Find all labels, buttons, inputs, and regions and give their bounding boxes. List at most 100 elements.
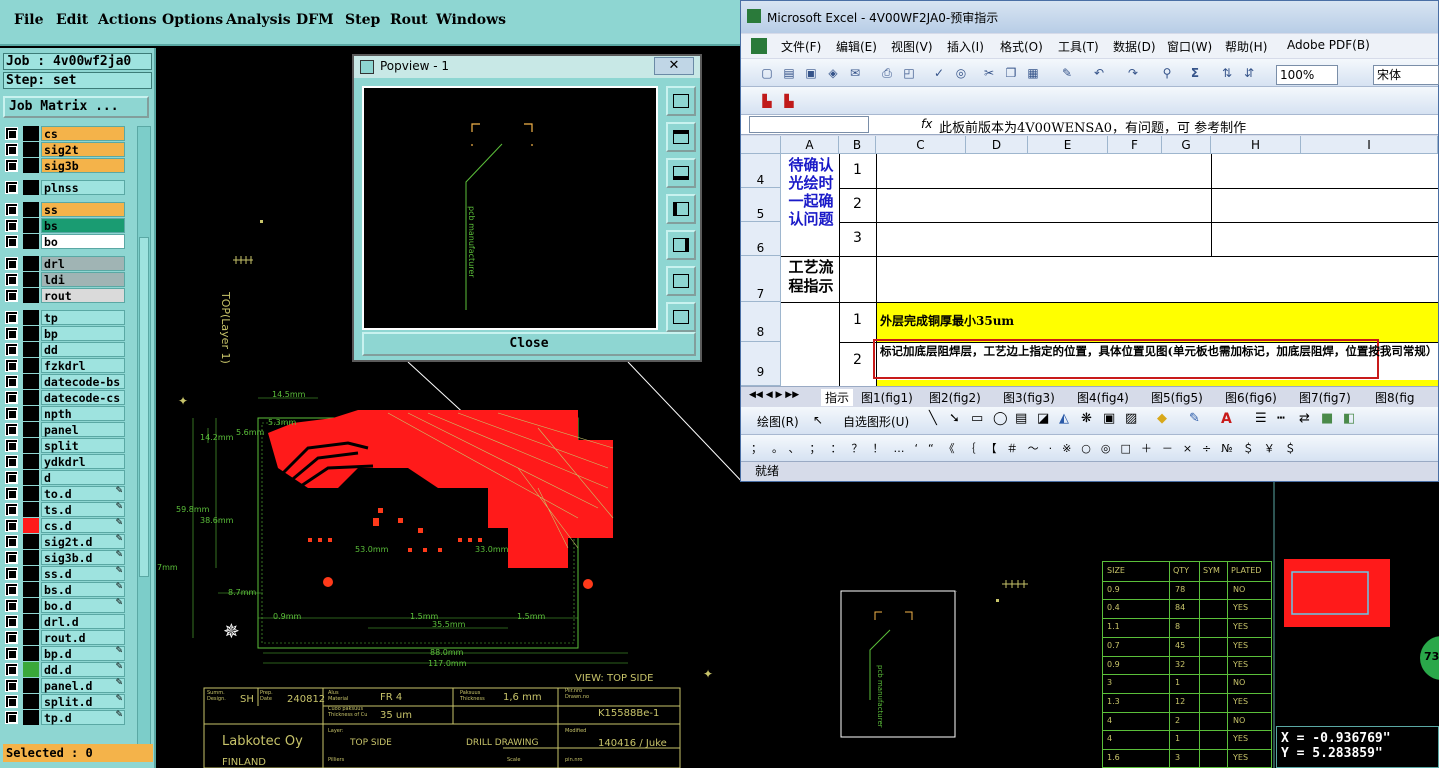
layer-color-swatch[interactable] (23, 550, 39, 565)
shadow-style-icon[interactable]: ■ (1321, 411, 1333, 426)
b-cell[interactable]: 3 (839, 230, 876, 246)
layer-color-swatch[interactable] (23, 470, 39, 485)
layer-checkbox[interactable] (5, 159, 18, 172)
step-name[interactable]: Step: set (3, 72, 152, 89)
col-header-i[interactable]: I (1301, 136, 1438, 154)
save-icon[interactable]: ▣ (803, 65, 819, 81)
layer-row[interactable]: bp (3, 326, 129, 341)
layer-name[interactable]: bs (41, 218, 125, 233)
pan-down-button[interactable] (666, 158, 696, 188)
excel-menu-item[interactable]: 编辑(E) (836, 38, 877, 55)
row-header-6[interactable]: 6 (741, 222, 781, 256)
formula-input[interactable]: 此板前版本为4V00WENSA0，有问题，可 参考制作 (939, 117, 1246, 136)
layer-name[interactable]: plnss (41, 180, 125, 195)
menu-rout[interactable]: Rout (390, 12, 428, 28)
col-header-b[interactable]: B (839, 136, 876, 154)
layer-name[interactable]: bp (41, 326, 125, 341)
layer-name[interactable]: sig3b.d (41, 550, 125, 565)
fx-icon[interactable]: fx (921, 117, 932, 131)
layer-name[interactable]: npth (41, 406, 125, 421)
select-objects-icon[interactable]: ↖ (813, 413, 823, 427)
excel-menu-item[interactable]: 工具(T) (1058, 38, 1099, 55)
layer-color-swatch[interactable] (23, 534, 39, 549)
layer-checkbox[interactable] (5, 327, 18, 340)
layer-color-swatch[interactable] (23, 598, 39, 613)
layer-name[interactable]: ldi (41, 272, 125, 287)
layer-row[interactable]: bo.d ✎ (3, 598, 129, 613)
menu-options[interactable]: Options (162, 12, 223, 28)
name-box[interactable] (749, 116, 869, 133)
layer-row[interactable]: plnss (3, 180, 129, 195)
email-icon[interactable]: ✉ (847, 65, 863, 81)
layer-checkbox[interactable] (5, 235, 18, 248)
layer-checkbox[interactable] (5, 599, 18, 612)
layer-name[interactable]: bs.d (41, 582, 125, 597)
layer-name[interactable]: d (41, 470, 125, 485)
layer-name[interactable]: ss.d (41, 566, 125, 581)
layer-name[interactable]: tp.d (41, 710, 125, 725)
sheet-tab[interactable]: 图1(fig1) (861, 389, 913, 406)
layer-color-swatch[interactable] (23, 406, 39, 421)
layer-color-swatch[interactable] (23, 630, 39, 645)
layer-name[interactable]: sig2t (41, 142, 125, 157)
sort-ascending-icon[interactable]: ⇅ (1219, 65, 1235, 81)
layer-checkbox[interactable] (5, 219, 18, 232)
excel-menu-item[interactable]: 窗口(W) (1167, 38, 1212, 55)
clipart-icon[interactable]: ▣ (1103, 411, 1115, 426)
sheet-tab[interactable]: 图5(fig5) (1151, 389, 1203, 406)
layer-row[interactable]: drl.d (3, 614, 129, 629)
line-style-icon[interactable]: ☰ (1255, 411, 1267, 426)
font-select[interactable]: 宋体 (1373, 65, 1439, 85)
layer-row[interactable]: datecode-bs (3, 374, 129, 389)
layer-checkbox[interactable] (5, 407, 18, 420)
layer-name[interactable]: datecode-cs (41, 390, 125, 405)
layer-row[interactable]: bs (3, 218, 129, 233)
symbol-row[interactable]: ； 。 、 ； ： ？ ！ … ‘ “ 《 ｛ 【 ＃ ～ · ※ ○ ◎ □ … (751, 440, 1297, 456)
print-icon[interactable]: ⎙ (879, 65, 895, 81)
layer-name[interactable]: panel.d (41, 678, 125, 693)
layer-checkbox[interactable] (5, 311, 18, 324)
col-header-g[interactable]: G (1162, 136, 1211, 154)
row-header-8[interactable]: 8 (741, 302, 781, 342)
row8-text[interactable]: 外层完成铜厚最小35um (880, 312, 1014, 329)
layer-row[interactable]: d (3, 470, 129, 485)
layer-color-swatch[interactable] (23, 486, 39, 501)
layer-color-swatch[interactable] (23, 582, 39, 597)
layer-name[interactable]: bo.d (41, 598, 125, 613)
layer-row[interactable]: panel.d ✎ (3, 678, 129, 693)
rectangle-icon[interactable]: ▭ (971, 411, 983, 426)
layer-checkbox[interactable] (5, 519, 18, 532)
line-icon[interactable]: ╲ (929, 411, 937, 426)
popview-canvas[interactable]: pcb manufacturer (362, 86, 658, 330)
layer-color-swatch[interactable] (23, 326, 39, 341)
layer-row[interactable]: bp.d ✎ (3, 646, 129, 661)
cut-icon[interactable]: ✂ (981, 65, 997, 81)
zoom-select[interactable]: 100% (1276, 65, 1338, 85)
layer-color-swatch[interactable] (23, 342, 39, 357)
layer-checkbox[interactable] (5, 273, 18, 286)
layer-name[interactable]: dd (41, 342, 125, 357)
new-icon[interactable]: ▢ (759, 65, 775, 81)
excel-menu-item[interactable]: Adobe PDF(B) (1287, 38, 1370, 52)
menu-windows[interactable]: Windows (436, 12, 506, 28)
layer-color-swatch[interactable] (23, 390, 39, 405)
excel-menu-item[interactable]: 插入(I) (947, 38, 984, 55)
wordart-icon[interactable]: ◪ (1037, 411, 1049, 426)
layer-name[interactable]: cs (41, 126, 125, 141)
row-header-4[interactable]: 4 (741, 154, 781, 188)
layer-row[interactable]: cs (3, 126, 129, 141)
redo-icon[interactable]: ↷ (1125, 65, 1141, 81)
b-cell[interactable]: 1 (839, 162, 876, 178)
arrow-style-icon[interactable]: ⇄ (1299, 411, 1310, 426)
layer-checkbox[interactable] (5, 583, 18, 596)
zoom-in-button[interactable] (666, 86, 696, 116)
layer-color-swatch[interactable] (23, 502, 39, 517)
col-header-f[interactable]: F (1108, 136, 1162, 154)
col-header-d[interactable]: D (966, 136, 1028, 154)
line-color-icon[interactable]: ✎ (1189, 411, 1200, 426)
layer-checkbox[interactable] (5, 455, 18, 468)
job-matrix-button[interactable]: Job Matrix ... (3, 96, 149, 118)
layer-color-swatch[interactable] (23, 518, 39, 533)
layer-name[interactable]: ydkdrl (41, 454, 125, 469)
b-cell[interactable]: 2 (839, 352, 876, 368)
